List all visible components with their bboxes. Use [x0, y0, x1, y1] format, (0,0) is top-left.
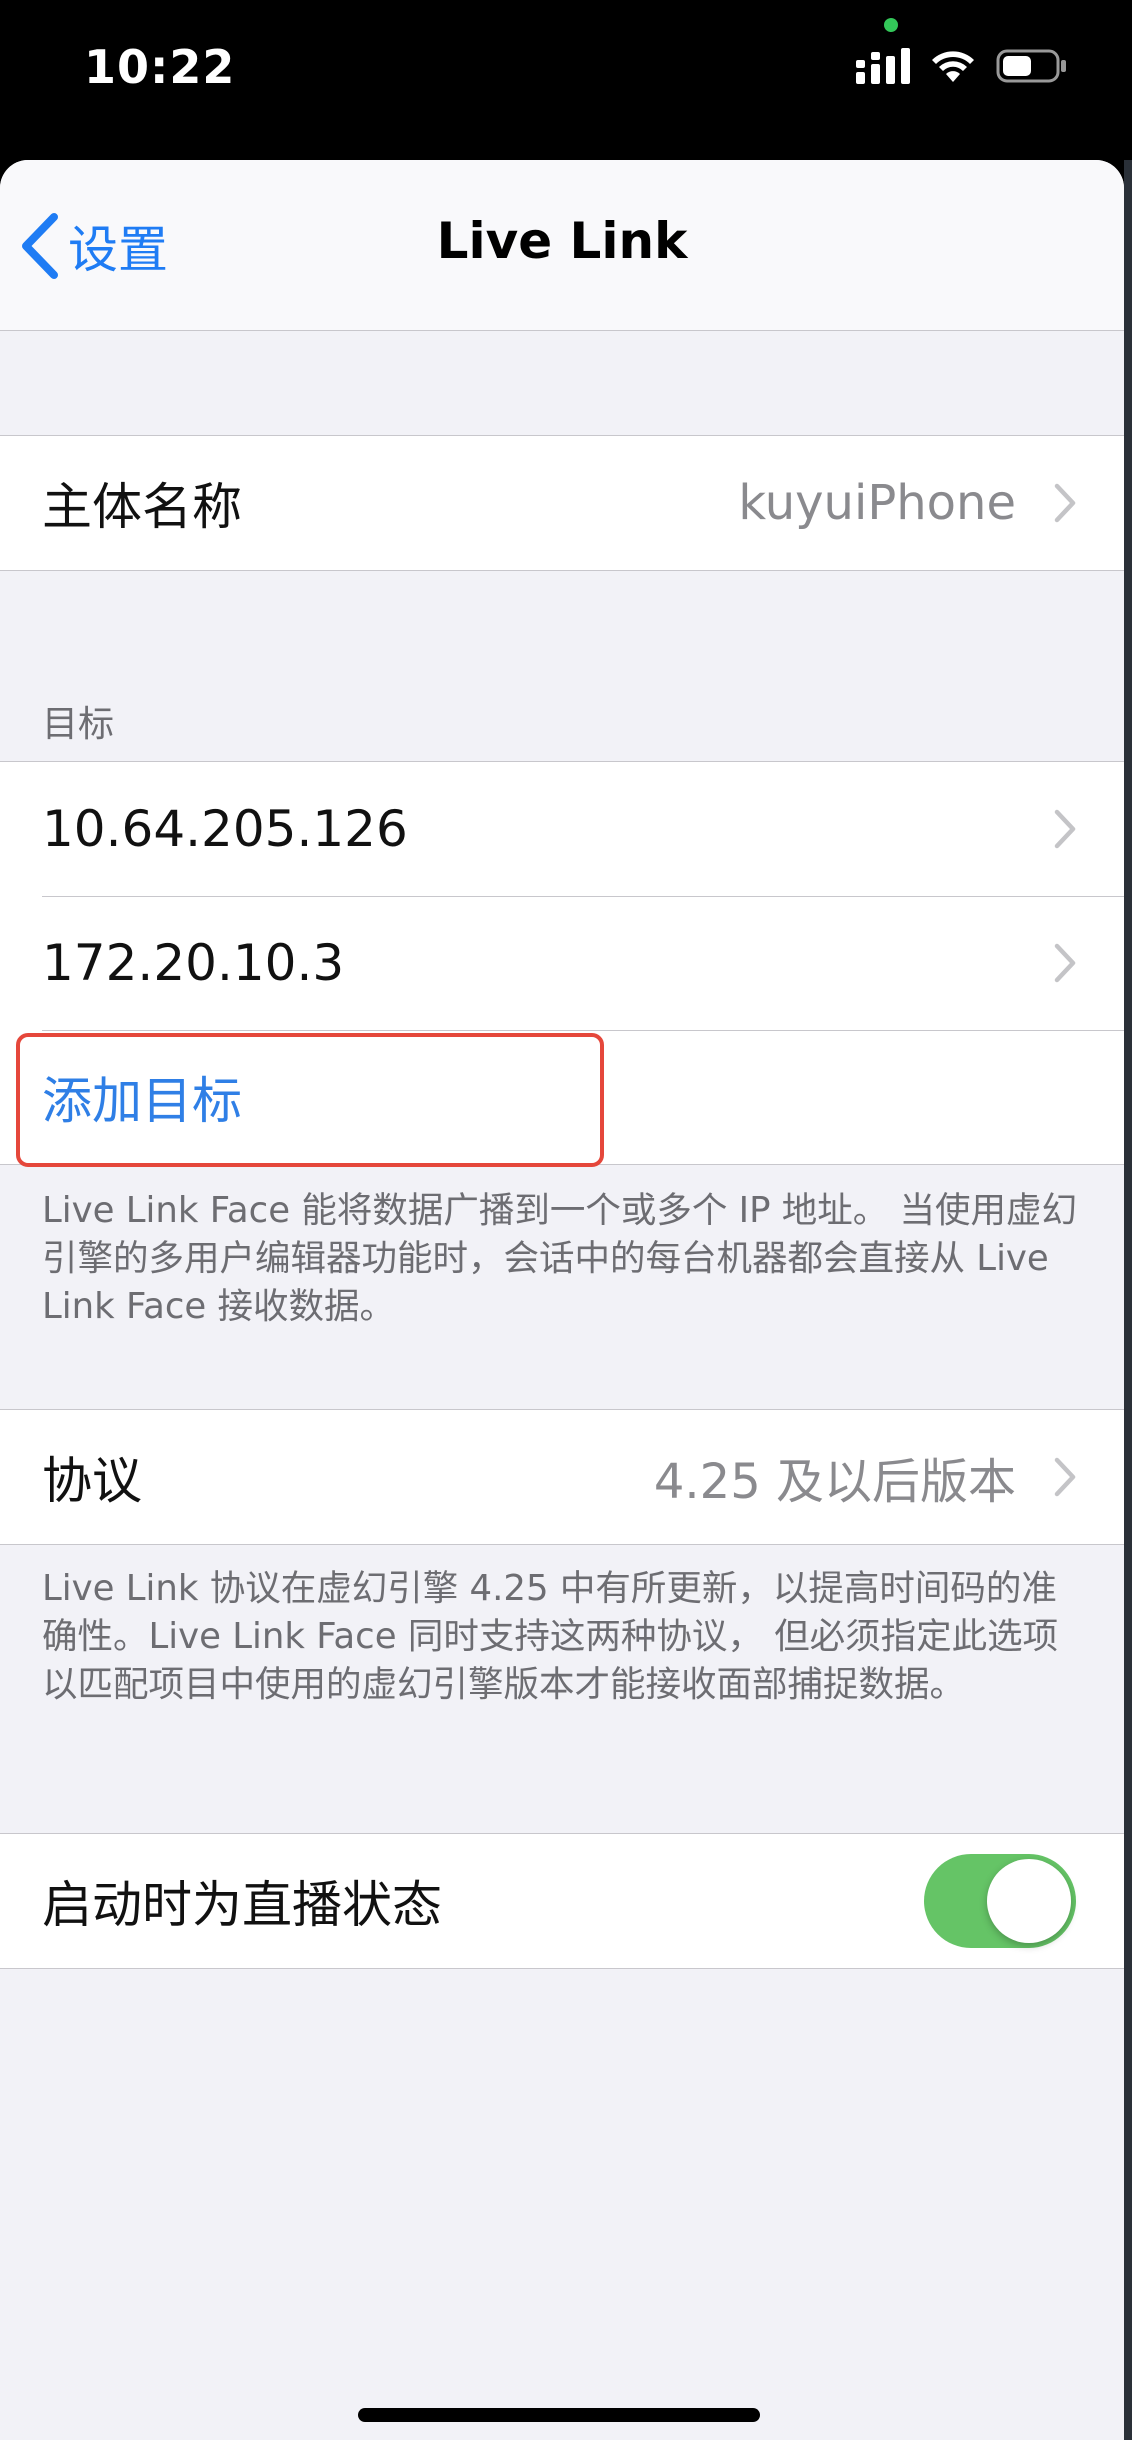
chevron-right-icon: [1054, 483, 1076, 523]
wifi-icon: [932, 51, 974, 82]
status-icons: [856, 48, 1068, 84]
privacy-indicator-dot: [884, 18, 898, 32]
subject-name-label: 主体名称: [42, 478, 242, 536]
startup-live-toggle[interactable]: [924, 1854, 1076, 1948]
home-indicator: [358, 2408, 760, 2422]
startup-live-row: 启动时为直播状态: [0, 1834, 1124, 1968]
background-edge: [1124, 160, 1132, 2440]
navigation-bar: 设置 Live Link: [0, 160, 1124, 331]
status-time: 10:22: [84, 40, 236, 94]
subject-name-value: kuyuiPhone: [738, 475, 1016, 531]
target-row[interactable]: 172.20.10.3: [0, 896, 1124, 1030]
targets-section-header: 目标: [42, 704, 115, 745]
protocol-value: 4.25 及以后版本: [653, 1454, 1016, 1510]
startup-live-label: 启动时为直播状态: [42, 1876, 442, 1934]
target-ip-label: 10.64.205.126: [42, 800, 408, 858]
page-title: Live Link: [436, 212, 688, 270]
subject-group: 主体名称 kuyuiPhone: [0, 435, 1124, 571]
subject-name-row[interactable]: 主体名称 kuyuiPhone: [0, 436, 1124, 570]
settings-sheet: 设置 Live Link 主体名称 kuyuiPhone 目标 10.64.20…: [0, 160, 1124, 2440]
cellular-signal-icon: [856, 48, 910, 84]
target-row[interactable]: 10.64.205.126: [0, 762, 1124, 896]
protocol-row[interactable]: 协议 4.25 及以后版本: [0, 1410, 1124, 1544]
chevron-right-icon: [1054, 943, 1076, 983]
protocol-footer-text: Live Link 协议在虚幻引擎 4.25 中有所更新，以提高时间码的准确性。…: [42, 1568, 1059, 1705]
target-ip-label: 172.20.10.3: [42, 934, 345, 992]
status-bar: 10:22: [0, 0, 1132, 160]
chevron-right-icon: [1054, 809, 1076, 849]
targets-footer-text: Live Link Face 能将数据广播到一个或多个 IP 地址。 当使用虚幻…: [42, 1190, 1078, 1327]
chevron-right-icon: [1054, 1457, 1076, 1497]
annotation-highlight-box: [16, 1033, 604, 1167]
startup-group: 启动时为直播状态: [0, 1833, 1124, 1969]
protocol-label: 协议: [42, 1452, 142, 1510]
battery-icon: [996, 49, 1066, 83]
toggle-knob: [987, 1859, 1071, 1943]
protocol-group: 协议 4.25 及以后版本: [0, 1409, 1124, 1545]
